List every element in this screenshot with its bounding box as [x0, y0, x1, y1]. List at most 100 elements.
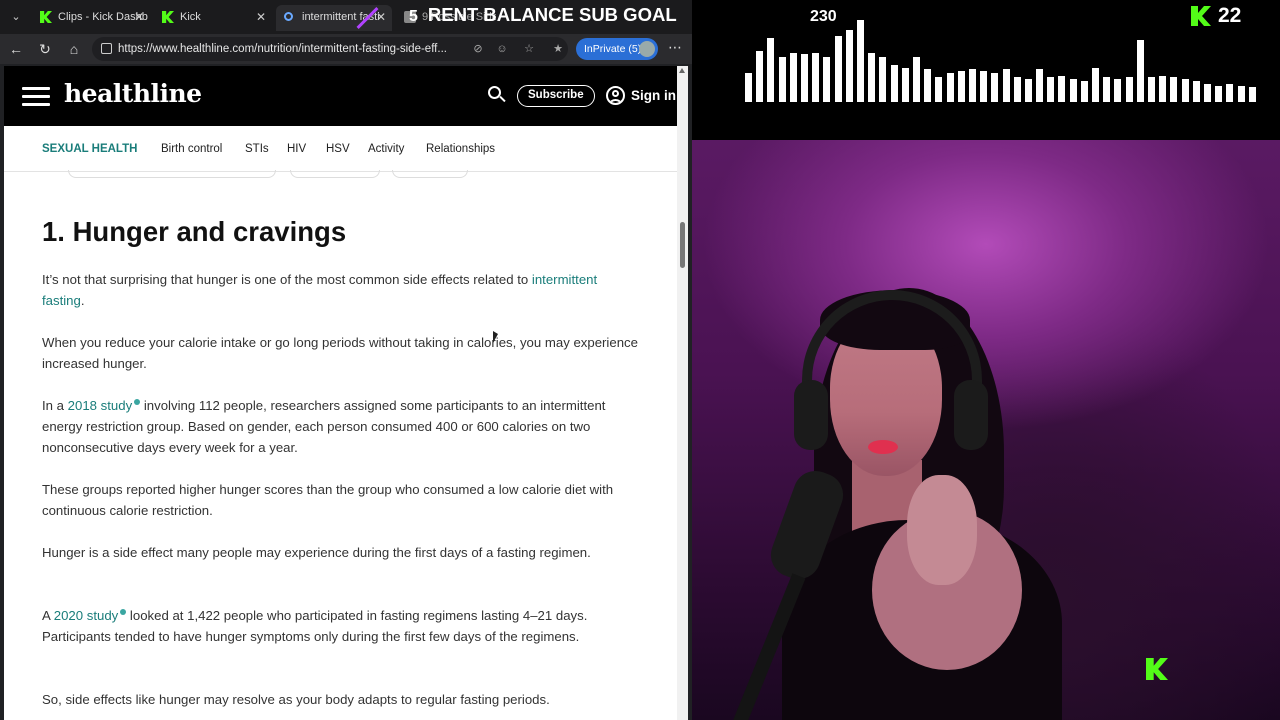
close-icon[interactable]: ✕ — [256, 5, 266, 29]
visualizer-bar — [767, 38, 774, 102]
study-2018-link[interactable]: 2018 study — [68, 398, 133, 413]
nav-item-birth-control[interactable]: Birth control — [161, 143, 222, 155]
nav-item-hsv[interactable]: HSV — [326, 143, 350, 155]
webcam-feed — [692, 140, 1280, 720]
visualizer-bar — [1204, 84, 1211, 102]
subscribe-button[interactable]: Subscribe — [517, 85, 595, 107]
paragraph: In a 2018 study involving 112 people, re… — [42, 395, 638, 458]
headphone-ear — [794, 380, 828, 450]
goal-number: 5 — [409, 8, 418, 25]
visualizer-bar — [1092, 68, 1099, 102]
visualizer-bar — [779, 57, 786, 102]
visualizer-bar — [1003, 69, 1010, 102]
visualizer-bar — [1036, 69, 1043, 102]
visualizer-bar — [969, 69, 976, 102]
tab-clips[interactable]: Clips - Kick Dashb ✕ — [32, 5, 150, 31]
text: In a — [42, 398, 68, 413]
visualizer-bar — [1137, 40, 1144, 102]
chip[interactable] — [290, 170, 380, 178]
visualizer-bar — [790, 53, 797, 102]
audio-visualizer — [745, 20, 1260, 102]
visualizer-bar — [1148, 77, 1155, 102]
nav-item-relationships[interactable]: Relationships — [426, 143, 495, 155]
visualizer-bar — [935, 77, 942, 102]
site-header: healthline Subscribe Sign in — [4, 66, 677, 126]
visualizer-bar — [1081, 81, 1088, 102]
search-icon — [284, 12, 293, 21]
paragraph: So, side effects like hunger may resolve… — [42, 692, 550, 707]
extensions-icon[interactable]: ☺ — [494, 41, 510, 57]
visualizer-bar — [756, 51, 763, 102]
address-bar: ← ↻ ⌂ https://www.healthline.com/nutriti… — [0, 34, 692, 64]
avatar — [639, 41, 655, 57]
site-logo[interactable]: healthline — [64, 79, 202, 108]
nav-item-hiv[interactable]: HIV — [287, 143, 306, 155]
visualizer-bar — [958, 71, 965, 102]
text: . — [80, 293, 85, 308]
nav-item-activity[interactable]: Activity — [368, 143, 404, 155]
visualizer-bar — [1014, 77, 1021, 102]
visualizer-bar — [801, 54, 808, 102]
visualizer-bar — [1238, 86, 1245, 102]
chip[interactable] — [68, 170, 276, 178]
visualizer-bar — [980, 71, 987, 102]
lock-icon — [101, 43, 112, 54]
menu-icon[interactable] — [22, 87, 50, 106]
visualizer-bar — [913, 57, 920, 102]
paragraph: Hunger is a side effect many people may … — [42, 545, 591, 560]
visualizer-bar — [1193, 81, 1200, 102]
page-scrollbar[interactable] — [677, 66, 688, 720]
visualizer-bar — [1159, 76, 1166, 102]
text: It’s not that surprising that hunger is … — [42, 272, 532, 287]
nav-item-stis[interactable]: STIs — [245, 143, 269, 155]
visualizer-bar — [991, 73, 998, 102]
visualizer-bar — [1182, 79, 1189, 102]
inprivate-label: InPrivate (5) — [584, 43, 642, 55]
paragraph: It’s not that surprising that hunger is … — [42, 269, 638, 311]
topic-nav: SEXUAL HEALTH Birth control STIs HIV HSV… — [4, 126, 677, 172]
tab-kick[interactable]: Kick ✕ — [154, 5, 272, 31]
visualizer-bar — [1025, 79, 1032, 102]
study-2020-link[interactable]: 2020 study — [54, 608, 119, 623]
visualizer-bar — [1070, 79, 1077, 102]
visualizer-bar — [745, 73, 752, 102]
paragraph: These groups reported higher hunger scor… — [42, 482, 614, 518]
chip[interactable] — [392, 170, 468, 178]
visualizer-bar — [1126, 77, 1133, 102]
visualizer-bar — [823, 57, 830, 102]
scroll-thumb[interactable] — [680, 222, 685, 268]
signin-link[interactable]: Sign in — [631, 88, 676, 103]
close-icon[interactable]: ✕ — [134, 5, 144, 29]
kick-icon — [162, 11, 174, 23]
favorites-icon[interactable]: ★ — [550, 41, 566, 57]
kick-icon — [40, 11, 52, 23]
visualizer-bar — [1047, 77, 1054, 102]
visualizer-bar — [902, 68, 909, 102]
goal-label: RENT BALANCE SUB GOAL — [427, 4, 677, 25]
visualizer-bar — [857, 20, 864, 102]
home-icon[interactable]: ⌂ — [64, 39, 84, 59]
more-icon[interactable]: ⋯ — [668, 39, 682, 56]
visualizer-bar — [1215, 86, 1222, 102]
visualizer-bar — [1170, 77, 1177, 102]
nav-category[interactable]: SEXUAL HEALTH — [42, 143, 137, 155]
user-icon[interactable] — [606, 86, 625, 105]
visualizer-bar — [879, 57, 886, 102]
refresh-icon[interactable]: ↻ — [35, 39, 55, 59]
streamer-hand — [907, 475, 977, 585]
visualizer-bar — [1226, 84, 1233, 102]
mouse-cursor-icon — [493, 331, 498, 343]
visualizer-bar — [868, 53, 875, 102]
visualizer-bar — [1058, 76, 1065, 102]
inprivate-button[interactable]: InPrivate (5) — [576, 38, 658, 60]
tab-actions-icon[interactable]: ⌄ — [6, 8, 26, 26]
search-icon[interactable] — [488, 86, 506, 103]
visualizer-bar — [835, 36, 842, 102]
sub-goal: 5 RENT BALANCE SUB GOAL — [409, 4, 677, 32]
favorite-star-icon[interactable]: ☆ — [521, 41, 537, 57]
back-icon[interactable]: ← — [6, 39, 26, 59]
scroll-up-icon[interactable] — [679, 68, 685, 73]
visualizer-bar — [891, 65, 898, 102]
tab-title: Kick — [180, 11, 201, 23]
tracking-icon[interactable]: ⊘ — [470, 41, 486, 57]
